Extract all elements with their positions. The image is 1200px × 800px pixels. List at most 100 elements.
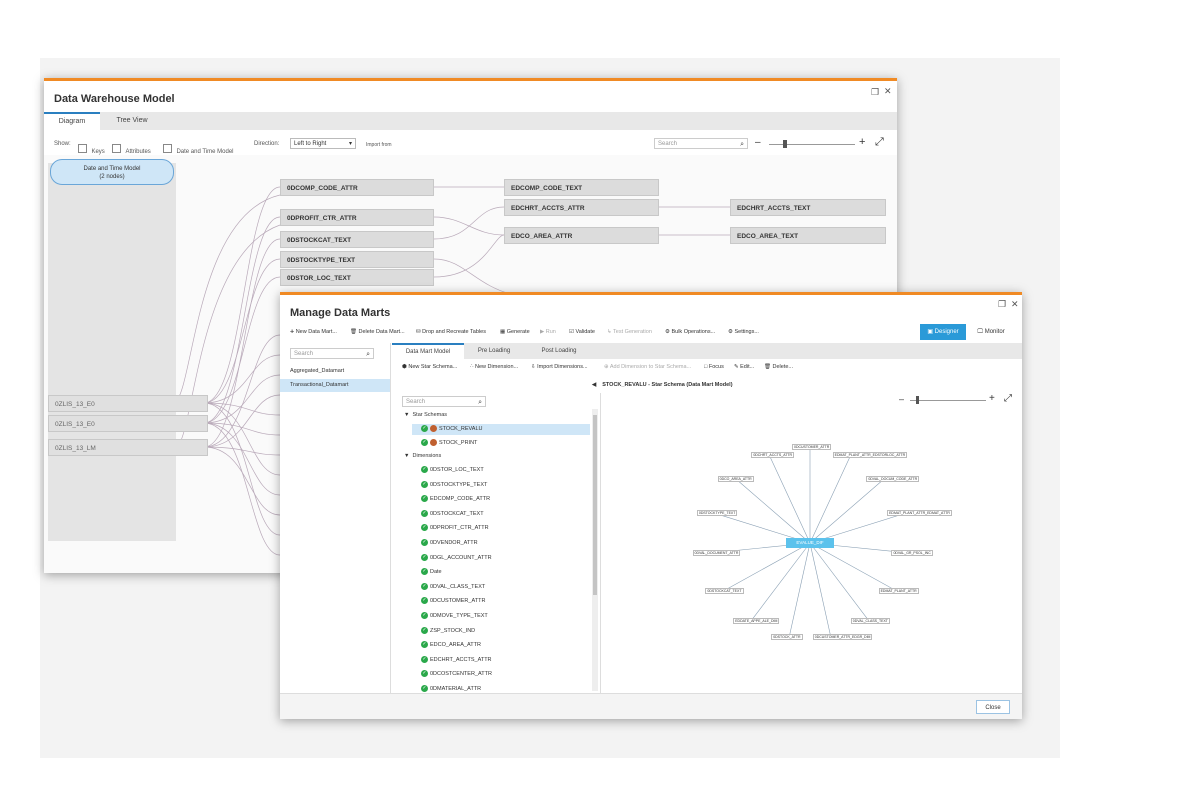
dimension-node[interactable]: 0DCOMP_CODE_ATTR	[280, 179, 434, 196]
star-dimension-node[interactable]: EDMAT_PLANT_ATTR	[878, 588, 919, 594]
star-schema-diagram[interactable]: – + ⤢ 0DCUSTOMER_ATTR EDMAT_PLANT_ATTR_ED…	[602, 393, 1022, 693]
star-dimension-node[interactable]: 0DCUSTOMER_ATTR	[792, 444, 832, 450]
star-dimension-node[interactable]: 0DVAL_CLASS_TEXT	[850, 617, 890, 624]
drop-recreate-tables-button[interactable]: ⛁︎ Drop and Recreate Tables	[416, 329, 486, 335]
star-dimension-node[interactable]: 0DVAL_DOCUMENT_ATTR	[692, 550, 741, 557]
manage-data-marts-window: Manage Data Marts ❐ ✕ ➕︎ New Data Mart..…	[280, 292, 1022, 719]
tab-data-mart-model[interactable]: Data Mart Model	[392, 343, 464, 359]
tab-post-loading[interactable]: Post Loading	[524, 343, 594, 359]
tree-scrollbar-thumb[interactable]	[593, 415, 597, 595]
import-from-button[interactable]: Import from	[366, 142, 392, 148]
star-dimension-node[interactable]: 0DVAL_DOCUM_CODE_ATTR	[866, 475, 920, 482]
dimension-item[interactable]: ✓ 0DCUSTOMER_ATTR	[421, 597, 485, 605]
dimension-item[interactable]: ✓ 0DMOVE_TYPE_TEXT	[421, 612, 488, 619]
dimension-node[interactable]: 0DPROFIT_CTR_ATTR	[280, 209, 434, 226]
source-node[interactable]: 0ZLIS_13_E0	[48, 395, 208, 412]
tab-pre-loading[interactable]: Pre Loading	[464, 343, 524, 359]
delete-button[interactable]: 🗑︎ Delete...	[764, 364, 793, 370]
zoom-out-button[interactable]: –	[755, 137, 761, 148]
test-generation-button[interactable]: ↳ Test Generation	[607, 329, 652, 335]
zoom-slider-thumb[interactable]	[783, 140, 787, 148]
new-star-schema-button[interactable]: ⬢ New Star Schema...	[402, 364, 457, 370]
star-dimension-node[interactable]: 0DSTOCKTYPE_TEXT	[696, 510, 738, 517]
dimension-item[interactable]: ✓ 0DMATERIAL_ATTR	[421, 685, 481, 692]
source-node[interactable]: 0ZLIS_13_LM	[48, 439, 208, 456]
dimension-item[interactable]: ✓ 0DCOSTCENTER_ATTR	[421, 670, 492, 678]
zoom-in-button[interactable]: +	[859, 136, 865, 148]
star-connector-line	[809, 478, 885, 544]
text-node[interactable]: EDCO_AREA_ATTR	[504, 227, 659, 244]
dimension-item[interactable]: ✓ 0DVAL_CLASS_TEXT	[421, 582, 485, 590]
dimension-item[interactable]: ✓ 0DSTOCKTYPE_TEXT	[421, 480, 487, 488]
close-icon[interactable]: ✕	[884, 86, 892, 97]
star-dimension-node[interactable]: 0DCUSTOMER_ATTR_EDGR_DIM	[812, 633, 873, 640]
star-schema-item-selected[interactable]: ✓ STOCK_REVALU	[412, 424, 590, 435]
valid-icon: ✓	[421, 509, 428, 517]
dimension-item[interactable]: ✓ 0DSTOCKCAT_TEXT	[421, 509, 484, 517]
delete-data-mart-button[interactable]: 🗑︎ Delete Data Mart...	[350, 329, 405, 335]
close-button[interactable]: Close	[976, 700, 1010, 714]
restore-icon[interactable]: ❐	[998, 299, 1006, 310]
run-button[interactable]: ▶ Run	[540, 329, 556, 335]
tab-tree-view[interactable]: Tree View	[100, 112, 164, 130]
search-icon: ⌕	[366, 351, 370, 358]
dimension-item[interactable]: ✓ ZSP_STOCK_IND	[421, 626, 475, 634]
dimension-node[interactable]: 0DSTOCKCAT_TEXT	[280, 231, 434, 248]
dimension-item[interactable]: ✓ 0DPROFIT_CTR_ATTR	[421, 524, 489, 532]
zoom-slider[interactable]	[769, 140, 855, 148]
star-dimension-node[interactable]: 0DCO_AREA_ATTR	[717, 475, 754, 482]
diagram-search-input[interactable]: Search ⌕	[654, 138, 748, 149]
star-dimension-node[interactable]: 0DCHRT_ACCTS_ATTR	[751, 452, 795, 459]
star-dimension-node[interactable]: 0DVAL_GR_PSOL_INC	[891, 550, 933, 557]
restore-icon[interactable]: ❐	[871, 87, 879, 98]
star-dimension-node[interactable]: 0DSTOCKCAT_TEXT	[705, 588, 744, 594]
fact-table-node[interactable]: EVALUE_DIF	[786, 538, 834, 548]
new-dimension-button[interactable]: ∴ New Dimension...	[470, 364, 518, 370]
validate-button[interactable]: ☑ Validate	[569, 329, 595, 335]
settings-button[interactable]: ⚙︎ Settings...	[728, 329, 759, 335]
star-connector-line	[809, 455, 851, 544]
import-dimensions-button[interactable]: ⇩ Import Dimensions...	[531, 364, 588, 370]
text-node[interactable]: EDCHRT_ACCTS_TEXT	[730, 199, 886, 216]
dimension-item[interactable]: ✓ Date	[421, 568, 442, 576]
dimensions-group[interactable]: ▼ Dimensions	[404, 453, 441, 459]
data-mart-item[interactable]: Aggregated_Datamart	[280, 365, 390, 378]
focus-button[interactable]: □ Focus	[704, 364, 724, 370]
dimension-node[interactable]: 0DSTOCKTYPE_TEXT	[280, 251, 434, 268]
generate-button[interactable]: ▦ Generate	[500, 329, 530, 335]
edit-button[interactable]: ✎ Edit...	[734, 364, 754, 370]
fit-to-window-icon[interactable]: ⤢	[875, 136, 884, 149]
dimension-item[interactable]: ✓ EDCHRT_ACCTS_ATTR	[421, 655, 492, 663]
add-dimension-button[interactable]: ⊕ Add Dimension to Star Schema...	[604, 364, 691, 370]
text-node[interactable]: EDCOMP_CODE_TEXT	[504, 179, 659, 196]
data-mart-search-input[interactable]: Search ⌕	[290, 348, 374, 359]
close-icon[interactable]: ✕	[1011, 299, 1019, 310]
monitor-button[interactable]: 🖵︎ Monitor	[968, 324, 1014, 340]
star-dimension-node[interactable]: EDMAT_PLANT_ATTR_EDSTORLOC_ATTR	[832, 452, 908, 459]
star-dimension-node[interactable]: 0DSTOCK_ATTR	[771, 633, 803, 640]
dimension-item[interactable]: ✓ 0DSTOR_LOC_TEXT	[421, 466, 484, 473]
tree-search-input[interactable]: Search ⌕	[402, 396, 486, 407]
dimension-item[interactable]: ✓ 0DGL_ACCOUNT_ATTR	[421, 553, 492, 561]
text-node[interactable]: EDCO_AREA_TEXT	[730, 227, 886, 244]
bulk-operations-button[interactable]: ⚙︎ Bulk Operations...	[665, 329, 715, 335]
dimension-item[interactable]: ✓ 0DVENDOR_ATTR	[421, 539, 478, 546]
designer-button[interactable]: ▣ Designer	[920, 324, 966, 340]
collapse-arrow-icon[interactable]: ◀	[592, 382, 596, 388]
star-dimension-node[interactable]: EDDATE_APPE_ALE_DIM	[733, 617, 780, 624]
data-mart-item-selected[interactable]: Transactional_Datamart	[280, 379, 390, 392]
dimension-item[interactable]: ✓ EDCOMP_CODE_ATTR	[421, 495, 490, 503]
dimension-item[interactable]: ✓ EDCO_AREA_ATTR	[421, 641, 481, 649]
star-dimension-node[interactable]: EDMAT_PLANT_ATTR_EDMAT_ATTR	[887, 510, 952, 517]
source-node[interactable]: 0ZLIS_13_E0	[48, 415, 208, 432]
valid-icon: ✓	[421, 597, 428, 605]
direction-select[interactable]: Left to Right ▾	[290, 138, 356, 149]
new-data-mart-button[interactable]: ➕︎ New Data Mart...	[290, 329, 337, 336]
text-node[interactable]: EDCHRT_ACCTS_ATTR	[504, 199, 659, 216]
valid-icon: ✓	[421, 582, 428, 590]
tree-scrollbar[interactable]	[592, 409, 598, 691]
dimension-node[interactable]: 0DSTOR_LOC_TEXT	[280, 269, 434, 286]
star-schema-item[interactable]: ✓ STOCK_PRINT	[421, 439, 477, 446]
star-schemas-group[interactable]: ▼ Star Schemas	[404, 412, 447, 418]
tab-diagram[interactable]: Diagram	[44, 112, 100, 130]
